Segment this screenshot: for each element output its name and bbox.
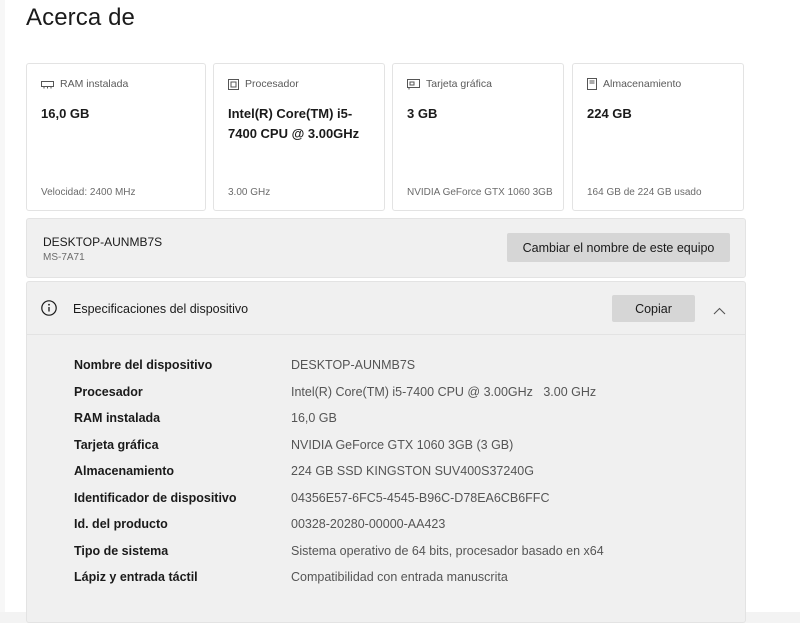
spec-label: Procesador bbox=[74, 384, 143, 399]
spec-row-pen-touch: Lápiz y entrada táctil Compatibilidad co… bbox=[74, 570, 734, 590]
spec-value: DESKTOP-AUNMB7S bbox=[291, 358, 416, 372]
spec-label: Tipo de sistema bbox=[74, 543, 169, 558]
device-name-section: DESKTOP-AUNMB7S MS-7A71 Cambiar el nombr… bbox=[26, 218, 746, 278]
card-storage-footer: 164 GB de 224 GB usado bbox=[587, 187, 702, 198]
spec-row-system-type: Tipo de sistema Sistema operativo de 64 … bbox=[74, 544, 734, 564]
spec-label: Lápiz y entrada táctil bbox=[74, 570, 198, 584]
copy-button[interactable]: Copiar bbox=[612, 295, 695, 322]
spec-row-product-id: Id. del producto 00328-20280-00000-AA423 bbox=[74, 517, 734, 537]
device-specifications-header[interactable]: Especificaciones del dispositivo Copiar bbox=[27, 282, 745, 335]
spec-label: RAM instalada bbox=[74, 411, 161, 425]
spec-label: Tarjeta gráfica bbox=[74, 437, 159, 452]
card-processor-value: Intel(R) Core(TM) i5-7400 CPU @ 3.00GHz bbox=[228, 106, 360, 141]
card-processor-label: Procesador bbox=[245, 78, 299, 90]
spec-value: 04356E57-6FC5-4545-B96C-D78EA6CB6FFC bbox=[291, 490, 550, 505]
storage-icon bbox=[587, 78, 597, 90]
spec-label: Identificador de dispositivo bbox=[74, 490, 237, 505]
spec-value: 224 GB SSD KINGSTON SUV400S37240G bbox=[291, 464, 534, 478]
card-graphics: Tarjeta gráfica 3 GB NVIDIA GeForce GTX … bbox=[392, 63, 564, 211]
spec-row-device-name: Nombre del dispositivo DESKTOP-AUNMB7S bbox=[74, 358, 734, 378]
card-graphics-header: Tarjeta gráfica bbox=[407, 78, 492, 90]
info-icon bbox=[41, 300, 57, 321]
spec-label: Nombre del dispositivo bbox=[74, 358, 213, 372]
gpu-icon bbox=[407, 78, 420, 90]
summary-cards: RAM instalada 16,0 GB Velocidad: 2400 MH… bbox=[26, 63, 744, 211]
spec-row-storage: Almacenamiento 224 GB SSD KINGSTON SUV40… bbox=[74, 464, 734, 484]
chevron-up-icon[interactable] bbox=[713, 302, 726, 320]
card-storage-header: Almacenamiento bbox=[587, 78, 681, 90]
device-name: DESKTOP-AUNMB7S bbox=[43, 235, 163, 249]
spec-label: Id. del producto bbox=[74, 517, 168, 531]
spec-label: Almacenamiento bbox=[74, 464, 175, 478]
device-specifications-title: Especificaciones del dispositivo bbox=[73, 302, 249, 316]
spec-value: Intel(R) Core(TM) i5-7400 CPU @ 3.00GHz … bbox=[291, 384, 597, 399]
device-specifications-panel: Especificaciones del dispositivo Copiar … bbox=[26, 281, 746, 623]
card-ram-header: RAM instalada bbox=[41, 78, 128, 90]
card-ram-value: 16,0 GB bbox=[41, 106, 90, 121]
card-processor: Procesador Intel(R) Core(TM) i5-7400 CPU… bbox=[213, 63, 385, 211]
spec-value: Compatibilidad con entrada manuscrita bbox=[291, 570, 508, 584]
spec-row-device-id: Identificador de dispositivo 04356E57-6F… bbox=[74, 491, 734, 511]
spec-value: 00328-20280-00000-AA423 bbox=[291, 517, 446, 531]
left-edge-strip bbox=[0, 0, 5, 612]
ram-icon bbox=[41, 79, 54, 89]
card-storage: Almacenamiento 224 GB 164 GB de 224 GB u… bbox=[572, 63, 744, 211]
spec-row-processor: Procesador Intel(R) Core(TM) i5-7400 CPU… bbox=[74, 385, 734, 405]
spec-row-graphics: Tarjeta gráfica NVIDIA GeForce GTX 1060 … bbox=[74, 438, 734, 458]
card-graphics-value: 3 GB bbox=[407, 106, 438, 121]
page-title: Acerca de bbox=[26, 4, 135, 31]
cpu-icon bbox=[228, 78, 239, 90]
card-processor-header: Procesador bbox=[228, 78, 299, 90]
card-graphics-label: Tarjeta gráfica bbox=[426, 78, 492, 90]
card-ram: RAM instalada 16,0 GB Velocidad: 2400 MH… bbox=[26, 63, 206, 211]
spec-row-ram: RAM instalada 16,0 GB bbox=[74, 411, 734, 431]
device-model: MS-7A71 bbox=[43, 252, 85, 263]
card-storage-label: Almacenamiento bbox=[603, 78, 682, 90]
spec-value: Sistema operativo de 64 bits, procesador… bbox=[291, 543, 604, 558]
card-storage-value: 224 GB bbox=[587, 106, 632, 121]
card-processor-footer: 3.00 GHz bbox=[228, 187, 271, 198]
rename-pc-button[interactable]: Cambiar el nombre de este equipo bbox=[507, 233, 730, 262]
spec-value: NVIDIA GeForce GTX 1060 3GB (3 GB) bbox=[291, 437, 514, 452]
card-ram-footer: Velocidad: 2400 MHz bbox=[41, 187, 136, 198]
spec-value: 16,0 GB bbox=[291, 411, 337, 425]
card-ram-label: RAM instalada bbox=[60, 78, 129, 90]
card-graphics-footer: NVIDIA GeForce GTX 1060 3GB bbox=[407, 187, 553, 198]
